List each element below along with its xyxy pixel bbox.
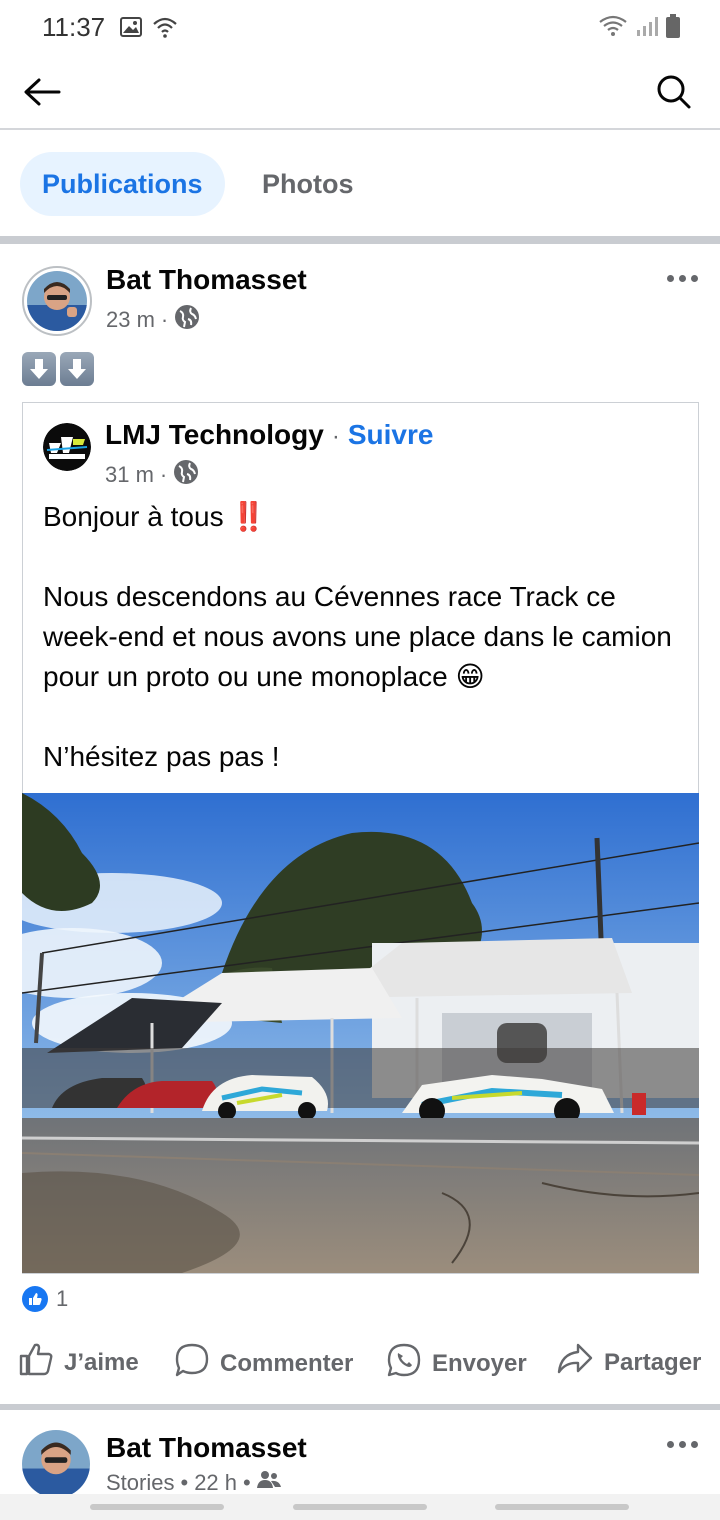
thumbs-up-icon [18, 1342, 54, 1383]
section-divider [0, 236, 720, 244]
follow-button[interactable]: Suivre [348, 419, 434, 451]
post-text-body: Nous descendons au Cévennes race Track c… [43, 581, 672, 692]
post-actions: J’aime Commenter Envoyer Partager [0, 1342, 720, 1394]
emoji-line [22, 352, 94, 386]
nav-home-button[interactable] [293, 1504, 427, 1510]
battery-icon [666, 14, 680, 43]
system-navigation-bar [0, 1494, 720, 1520]
like-reaction-icon [22, 1286, 48, 1312]
whatsapp-icon [386, 1342, 422, 1385]
shared-meta: 31 m · [105, 459, 199, 491]
post-more-button[interactable] [662, 1434, 702, 1454]
send-button[interactable]: Envoyer [386, 1342, 527, 1385]
comment-button[interactable]: Commenter [174, 1342, 353, 1385]
status-bar: 11:37 [0, 0, 720, 56]
share-button[interactable]: Partager [556, 1342, 701, 1383]
signal-icon [636, 15, 658, 42]
tab-publications[interactable]: Publications [20, 152, 225, 216]
tab-photos[interactable]: Photos [240, 152, 376, 216]
reaction-summary[interactable]: 1 [22, 1286, 68, 1312]
more-dot [666, 274, 674, 282]
more-dot [690, 274, 698, 282]
status-time: 11:37 [42, 12, 106, 42]
down-arrow-emoji [60, 352, 94, 386]
more-dot [690, 1440, 698, 1448]
post-divider [0, 1404, 720, 1410]
comment-bubble-icon [174, 1342, 210, 1385]
shared-header: LMJ Technology · Suivre [105, 419, 433, 451]
like-label: J’aime [64, 1348, 139, 1376]
globe-icon [173, 459, 199, 491]
post-text-greeting: Bonjour à tous [43, 501, 224, 532]
post-text-line: N’hésitez pas pas ! [43, 741, 280, 772]
friends-icon [256, 1470, 281, 1496]
shared-post-time[interactable]: 31 m [105, 462, 154, 488]
back-button[interactable] [20, 74, 64, 114]
post-source[interactable]: Stories [106, 1470, 174, 1496]
double-exclamation-emoji: ‼️ [231, 501, 267, 532]
search-button[interactable] [652, 72, 696, 116]
avatar[interactable] [22, 266, 92, 336]
page-avatar[interactable] [43, 423, 91, 471]
post-author-name[interactable]: Bat Thomasset [106, 1432, 307, 1464]
shared-author-name[interactable]: LMJ Technology [105, 419, 324, 451]
like-button[interactable]: J’aime [18, 1342, 139, 1383]
nav-back-button[interactable] [495, 1504, 629, 1510]
more-dot [678, 1440, 686, 1448]
profile-tabs: Publications Photos [0, 132, 720, 236]
wifi-icon [598, 15, 628, 42]
send-label: Envoyer [432, 1349, 527, 1377]
share-label: Partager [604, 1348, 702, 1376]
post-meta: Stories • 22 h • [106, 1470, 281, 1496]
follow-separator: · [331, 423, 340, 450]
post-more-button[interactable] [662, 268, 702, 288]
more-dot [678, 274, 686, 282]
nav-recent-button[interactable] [90, 1504, 224, 1510]
post-meta: 23 m · [106, 304, 200, 336]
wifi-call-icon [152, 16, 178, 43]
post-author-name[interactable]: Bat Thomasset [106, 264, 307, 296]
meta-separator: · [159, 462, 168, 487]
reaction-count: 1 [56, 1286, 69, 1311]
image-icon [120, 17, 142, 42]
meta-separator: · [160, 307, 169, 332]
top-app-bar [0, 56, 720, 130]
search-icon [656, 74, 692, 115]
race-cars-under-tents-photo[interactable] [22, 793, 699, 1273]
comment-label: Commenter [220, 1349, 354, 1377]
arrow-left-icon [23, 77, 61, 112]
post-time[interactable]: 22 h [194, 1470, 237, 1496]
share-arrow-icon [556, 1342, 594, 1383]
more-dot [666, 1440, 674, 1448]
meta-separator: • [243, 1470, 251, 1495]
grin-emoji: 😁 [455, 661, 485, 692]
meta-separator: • [180, 1470, 189, 1495]
shared-post-card[interactable]: LMJ Technology · Suivre 31 m · Bonjour à… [22, 402, 699, 1274]
globe-icon [174, 304, 200, 336]
avatar[interactable] [22, 1430, 90, 1498]
post-text-line: Nous descendons au Cévennes race Track c… [43, 577, 683, 697]
post-text-line: Bonjour à tous ‼️ [43, 497, 683, 537]
post-time[interactable]: 23 m [106, 307, 155, 333]
down-arrow-emoji [22, 352, 56, 386]
post-text: Bonjour à tous ‼️ Nous descendons au Cév… [43, 497, 683, 777]
